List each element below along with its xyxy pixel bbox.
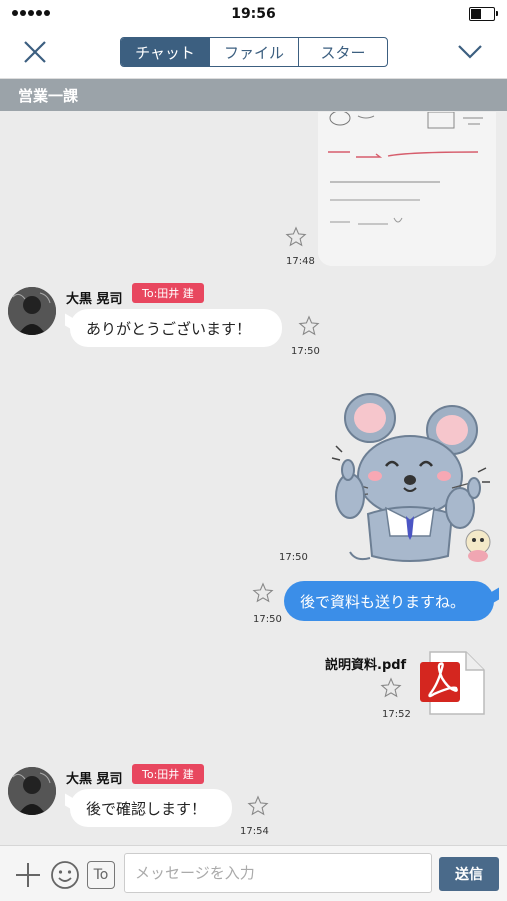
file-name[interactable]: 説明資料.pdf (325, 654, 406, 673)
status-bar: 19:56 (0, 0, 507, 28)
pdf-icon[interactable] (418, 650, 488, 716)
avatar[interactable] (8, 767, 56, 815)
tab-files[interactable]: ファイル (210, 38, 299, 66)
battery-icon (469, 7, 498, 21)
send-button[interactable]: 送信 (439, 857, 499, 891)
message-bubble[interactable]: 後で確認します！ (70, 789, 232, 827)
avatar[interactable] (8, 287, 56, 335)
mention-to-button[interactable]: To (87, 861, 115, 889)
room-title-bar: 営業一課 (0, 79, 507, 111)
message-time: 17:50 (279, 552, 308, 563)
segmented-tabs: チャット ファイル スター (120, 37, 388, 67)
emoji-icon[interactable] (50, 860, 80, 890)
sender-name: 大黒 晃司 (66, 292, 123, 307)
signal-strength-icon (12, 10, 50, 16)
photo-message[interactable] (318, 112, 496, 266)
to-badge[interactable]: To:田井 建 (132, 283, 204, 303)
whiteboard-photo (318, 112, 496, 266)
to-badge[interactable]: To:田井 建 (132, 764, 204, 784)
message-input[interactable] (124, 853, 432, 893)
star-icon[interactable] (380, 677, 402, 699)
chevron-down-icon[interactable] (457, 42, 483, 62)
sender-name: 大黒 晃司 (66, 772, 123, 787)
message-bubble-outgoing[interactable]: 後で資料も送りますね。 (284, 581, 494, 621)
star-icon[interactable] (247, 795, 269, 817)
room-name: 営業一課 (18, 86, 79, 105)
star-icon[interactable] (252, 582, 274, 604)
message-time: 17:50 (291, 346, 320, 357)
message-time: 17:50 (253, 614, 282, 625)
star-icon[interactable] (285, 226, 307, 248)
message-time: 17:52 (382, 709, 411, 720)
close-icon[interactable] (22, 39, 48, 65)
mouse-sticker[interactable] (328, 392, 498, 568)
message-bubble[interactable]: ありがとうございます！ (70, 309, 282, 347)
message-input-bar: To 送信 (0, 845, 507, 901)
tab-stars[interactable]: スター (299, 38, 387, 66)
plus-icon[interactable] (14, 861, 42, 889)
message-time: 17:54 (240, 826, 269, 837)
tab-chat[interactable]: チャット (121, 38, 210, 66)
message-time: 17:48 (286, 256, 315, 267)
nav-bar: チャット ファイル スター (0, 28, 507, 79)
status-time: 19:56 (231, 6, 276, 22)
star-icon[interactable] (298, 315, 320, 337)
